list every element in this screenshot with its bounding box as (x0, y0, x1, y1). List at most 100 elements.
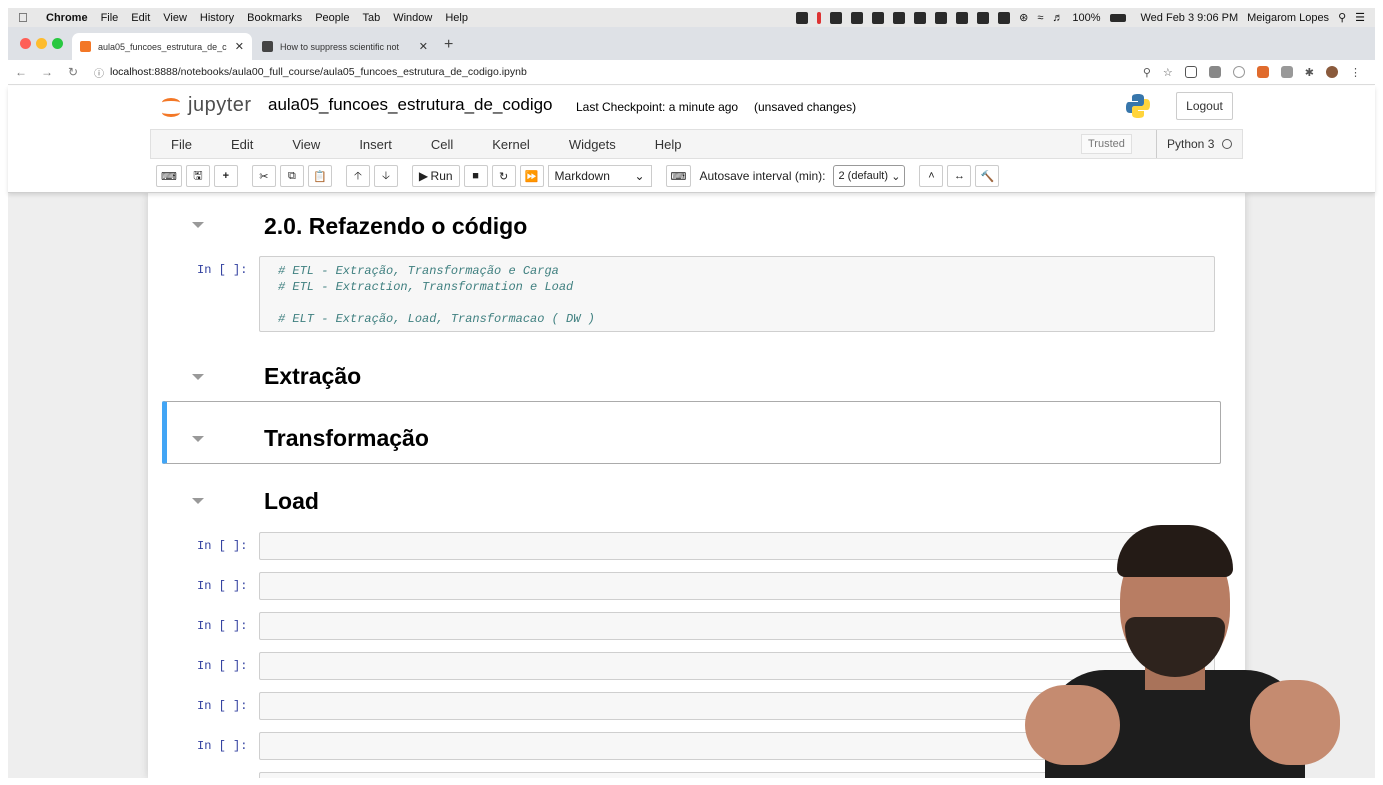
wifi-icon[interactable]: ≈ (1037, 12, 1043, 24)
menu-kernel[interactable]: Kernel (472, 137, 549, 152)
url-field[interactable]: localhost:8888/notebooks/aula00_full_cou… (110, 66, 527, 78)
collapse-heading-icon[interactable] (192, 498, 204, 504)
build-icon[interactable]: 🔨 (975, 165, 1000, 187)
move-down-button[interactable]: 🡣 (373, 165, 398, 187)
trusted-indicator[interactable]: Trusted (1081, 134, 1132, 154)
status-icon[interactable] (977, 11, 990, 24)
extension-icon[interactable] (1232, 66, 1245, 78)
command-palette-button[interactable]: ⌨ (156, 165, 182, 187)
restart-run-all-button[interactable]: ⏩ (519, 165, 544, 187)
status-icon[interactable] (914, 11, 927, 24)
save-button[interactable]: 🖫 (185, 165, 210, 187)
heading-transformacao[interactable]: Transformação (264, 425, 429, 452)
copy-button[interactable]: ⧉ (279, 165, 304, 187)
run-button[interactable]: ▶ Run (411, 165, 460, 187)
restart-button[interactable]: ↻ (491, 165, 516, 187)
profile-avatar[interactable] (1326, 66, 1338, 78)
cloud-icon[interactable] (872, 11, 885, 24)
code-cell-input[interactable]: # ETL - Extração, Transformação e Carga … (259, 256, 1215, 332)
keyboard-icon[interactable]: ⌨ (665, 165, 692, 187)
chevron-down-icon: ⌄ (891, 170, 901, 183)
site-info-icon[interactable]: ⓘ (94, 65, 104, 80)
menu-tab[interactable]: Tab (362, 12, 380, 24)
autosave-select[interactable]: 2 (default) ⌄ (833, 165, 906, 187)
extension-icon[interactable] (1280, 66, 1293, 78)
puzzle-icon[interactable]: ✱ (1305, 66, 1314, 79)
battery-text[interactable]: 100% (1072, 12, 1100, 24)
forward-icon[interactable]: → (34, 65, 60, 79)
tab-stackoverflow[interactable]: How to suppress scientific not ✕ (254, 33, 436, 60)
close-tab-icon[interactable]: ✕ (419, 40, 428, 53)
cell-type-select[interactable]: Markdown ⌄ (547, 165, 652, 187)
menu-help[interactable]: Help (445, 12, 468, 24)
control-center-icon[interactable]: ☰ (1355, 11, 1365, 24)
cell-prompt: In [ ]: (197, 579, 248, 593)
bookmark-star-icon[interactable]: ☆ (1163, 66, 1173, 79)
paste-button[interactable]: 📋 (307, 165, 332, 187)
menu-view[interactable]: View (272, 137, 339, 152)
apple-icon[interactable]:  (18, 10, 32, 25)
spotlight-icon[interactable]: ⚲ (1338, 11, 1346, 24)
status-icon[interactable] (830, 11, 843, 24)
battery-icon[interactable] (1109, 13, 1126, 22)
notebook-name[interactable]: aula05_funcoes_estrutura_de_codigo (268, 95, 553, 115)
reload-icon[interactable]: ↻ (60, 65, 86, 79)
close-tab-icon[interactable]: ✕ (235, 40, 244, 53)
insert-cell-button[interactable]: + (213, 165, 238, 187)
menu-file[interactable]: File (101, 12, 119, 24)
maximize-window-button[interactable] (52, 38, 63, 49)
collapse-heading-icon[interactable] (192, 374, 204, 380)
cell-prompt: In [ ]: (197, 263, 248, 277)
extension-icon[interactable] (1208, 66, 1221, 78)
heading-refazendo[interactable]: 2.0. Refazendo o código (264, 213, 527, 240)
user-name[interactable]: Meigarom Lopes (1247, 12, 1329, 24)
collapse-heading-icon[interactable] (192, 436, 204, 442)
menu-widgets[interactable]: Widgets (549, 137, 635, 152)
back-icon[interactable]: ← (8, 65, 34, 79)
status-icon[interactable] (851, 11, 864, 24)
menu-edit[interactable]: Edit (211, 137, 272, 152)
zoom-icon[interactable]: ⚲ (1143, 66, 1151, 79)
menu-help[interactable]: Help (635, 137, 701, 152)
menu-bookmarks[interactable]: Bookmarks (247, 12, 302, 24)
more-icon[interactable]: ⋮ (1350, 66, 1361, 79)
heading-load[interactable]: Load (264, 488, 319, 515)
menu-file[interactable]: File (151, 137, 211, 152)
status-icon[interactable] (935, 11, 948, 24)
heading-extracao[interactable]: Extração (264, 363, 361, 390)
menu-insert[interactable]: Insert (339, 137, 411, 152)
menu-window[interactable]: Window (393, 12, 432, 24)
page-favicon-icon (262, 41, 273, 52)
extension-icon[interactable] (1256, 66, 1269, 78)
bluetooth-icon[interactable]: ⊛ (1019, 11, 1028, 24)
collapse-up-button[interactable]: ˄ (919, 165, 944, 187)
extension-icon[interactable] (1184, 66, 1197, 78)
notebook-menubar: File Edit View Insert Cell Kernel Widget… (150, 129, 1243, 159)
status-icon[interactable] (796, 11, 809, 24)
record-icon[interactable] (817, 11, 822, 24)
checkpoint-status: Last Checkpoint: a minute ago (576, 100, 739, 114)
menu-view[interactable]: View (163, 12, 187, 24)
move-up-button[interactable]: 🡡 (345, 165, 370, 187)
cell-prompt: In [ ]: (197, 659, 248, 673)
interrupt-button[interactable]: ■ (463, 165, 488, 187)
menu-app-name[interactable]: Chrome (46, 12, 88, 24)
tab-notebook[interactable]: aula05_funcoes_estrutura_de_c ✕ (72, 33, 252, 60)
close-window-button[interactable] (20, 38, 31, 49)
volume-icon[interactable]: ♬ (1052, 12, 1063, 24)
width-toggle-button[interactable]: ↔ (947, 165, 972, 187)
collapse-heading-icon[interactable] (192, 222, 204, 228)
menu-people[interactable]: People (315, 12, 349, 24)
datetime[interactable]: Wed Feb 3 9:06 PM (1141, 12, 1239, 24)
minimize-window-button[interactable] (36, 38, 47, 49)
status-icon[interactable] (956, 11, 969, 24)
flag-icon[interactable] (998, 11, 1011, 24)
menu-edit[interactable]: Edit (131, 12, 150, 24)
menu-history[interactable]: History (200, 12, 234, 24)
jupyter-logo[interactable]: jupyter (160, 94, 252, 117)
logout-button[interactable]: Logout (1176, 92, 1233, 120)
new-tab-button[interactable]: + (444, 36, 453, 54)
cut-button[interactable]: ✂ (251, 165, 276, 187)
status-icon[interactable] (893, 11, 906, 24)
menu-cell[interactable]: Cell (411, 137, 472, 152)
